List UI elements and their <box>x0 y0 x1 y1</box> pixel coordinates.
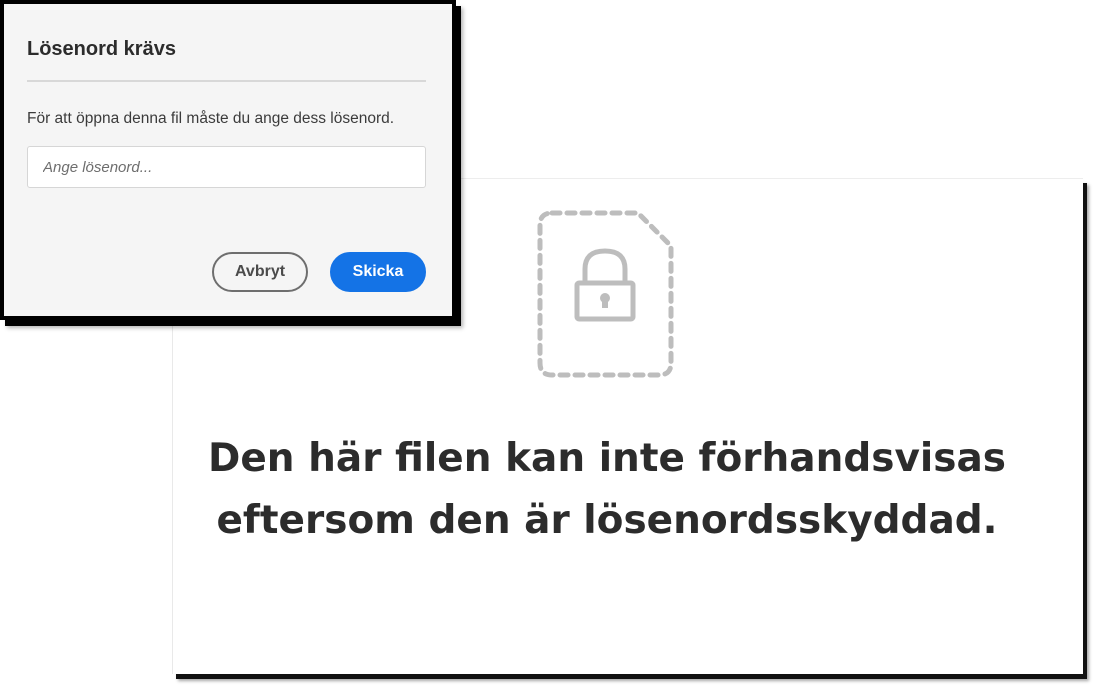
password-input[interactable] <box>27 146 426 188</box>
locked-file-icon <box>537 210 674 378</box>
lock-icon <box>574 248 636 322</box>
dialog-divider <box>27 80 426 82</box>
preview-message-line-2: eftersom den är lösenordsskyddad. <box>216 498 998 543</box>
cancel-button[interactable]: Avbryt <box>212 252 308 292</box>
preview-unavailable-message: Den här filen kan inte förhandsvisas eft… <box>172 428 1042 552</box>
submit-button[interactable]: Skicka <box>330 252 426 292</box>
password-dialog: Lösenord krävs För att öppna denna fil m… <box>0 0 456 320</box>
dialog-title: Lösenord krävs <box>27 38 176 60</box>
screen: Den här filen kan inte förhandsvisas eft… <box>0 0 1105 688</box>
preview-message-line-1: Den här filen kan inte förhandsvisas <box>207 436 1007 481</box>
dialog-message: För att öppna denna fil måste du ange de… <box>27 110 395 127</box>
